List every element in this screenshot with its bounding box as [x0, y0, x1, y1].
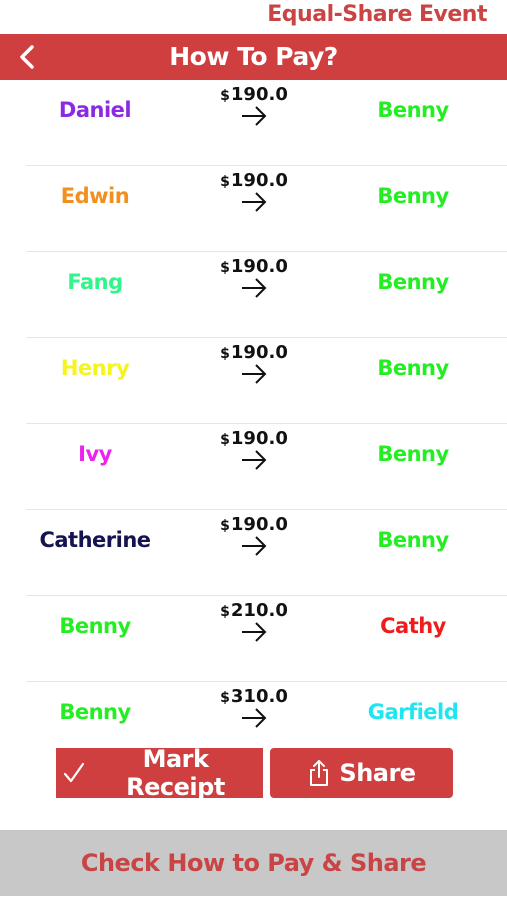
currency-symbol: $ — [220, 518, 230, 534]
arrow-right-icon — [242, 450, 267, 470]
mark-receipt-button[interactable]: Mark Receipt — [56, 745, 263, 801]
payment-amount-block: $190.0 — [204, 428, 304, 471]
payment-amount: $190.0 — [204, 514, 304, 535]
header-bar: How To Pay? — [0, 34, 507, 80]
arrow-right-icon — [242, 192, 267, 212]
top-strip: Equal-Share Event — [0, 0, 507, 34]
share-label: Share — [339, 759, 416, 787]
payee-name: Cathy — [380, 614, 446, 638]
payer-name: Edwin — [60, 184, 130, 208]
payment-row: Benny $210.0 Cathy — [0, 596, 507, 682]
arrow-right-icon — [242, 708, 267, 728]
payee-name: Benny — [377, 442, 449, 466]
payer-name: Henry — [60, 356, 130, 380]
payment-row: Fang $190.0 Benny — [0, 252, 507, 338]
currency-symbol: $ — [220, 174, 230, 190]
payment-amount: $190.0 — [204, 256, 304, 277]
mark-receipt-label: Mark Receipt — [126, 745, 225, 801]
payer-name: Daniel — [58, 98, 132, 122]
payment-row: Henry $190.0 Benny — [0, 338, 507, 424]
share-button[interactable]: Share — [270, 748, 453, 798]
payment-amount-block: $310.0 — [204, 686, 304, 729]
payer-name: Catherine — [39, 528, 151, 552]
payment-amount: $190.0 — [204, 428, 304, 449]
payment-amount-block: $190.0 — [204, 342, 304, 385]
arrow-right-icon — [242, 536, 267, 556]
payment-amount: $190.0 — [204, 342, 304, 363]
amount-value: 190.0 — [230, 256, 288, 277]
payee-name: Benny — [377, 98, 449, 122]
payment-amount: $190.0 — [204, 84, 304, 105]
checkmark-icon — [62, 761, 86, 785]
arrow-right-icon — [242, 106, 267, 126]
amount-value: 190.0 — [230, 514, 288, 535]
payee-name: Benny — [377, 528, 449, 552]
payment-row: Ivy $190.0 Benny — [0, 424, 507, 510]
currency-symbol: $ — [220, 604, 230, 620]
amount-value: 190.0 — [230, 342, 288, 363]
payment-amount-block: $190.0 — [204, 514, 304, 557]
currency-symbol: $ — [220, 690, 230, 706]
page-title: How To Pay? — [169, 42, 338, 71]
payer-name: Benny — [59, 700, 131, 724]
payee-name: Benny — [377, 356, 449, 380]
payer-name: Fang — [67, 270, 123, 294]
check-how-to-pay-share-button[interactable]: Check How to Pay & Share — [0, 830, 507, 896]
payer-name: Benny — [59, 614, 131, 638]
payee-name: Benny — [377, 184, 449, 208]
arrow-right-icon — [242, 622, 267, 642]
currency-symbol: $ — [220, 432, 230, 448]
payment-amount-block: $190.0 — [204, 170, 304, 213]
payment-amount: $190.0 — [204, 170, 304, 191]
payment-list: Daniel $190.0 Benny Edwin $190.0 Benny Fang $19… — [0, 80, 507, 740]
event-title: Equal-Share Event — [267, 2, 487, 27]
amount-value: 210.0 — [230, 600, 288, 621]
payment-row: Benny $310.0 Garfield — [0, 682, 507, 740]
payee-name: Garfield — [367, 700, 459, 724]
payment-row: Catherine $190.0 Benny — [0, 510, 507, 596]
amount-value: 310.0 — [230, 686, 288, 707]
payer-name: Ivy — [78, 442, 112, 466]
currency-symbol: $ — [220, 260, 230, 276]
payment-amount-block: $190.0 — [204, 256, 304, 299]
share-icon — [307, 759, 331, 787]
payee-name: Benny — [377, 270, 449, 294]
payment-amount-block: $190.0 — [204, 84, 304, 127]
currency-symbol: $ — [220, 88, 230, 104]
payment-row: Daniel $190.0 Benny — [0, 80, 507, 166]
payment-amount: $210.0 — [204, 600, 304, 621]
payment-amount: $310.0 — [204, 686, 304, 707]
arrow-right-icon — [242, 278, 267, 298]
arrow-right-icon — [242, 364, 267, 384]
currency-symbol: $ — [220, 346, 230, 362]
amount-value: 190.0 — [230, 84, 288, 105]
amount-value: 190.0 — [230, 428, 288, 449]
amount-value: 190.0 — [230, 170, 288, 191]
payment-row: Edwin $190.0 Benny — [0, 166, 507, 252]
payment-amount-block: $210.0 — [204, 600, 304, 643]
